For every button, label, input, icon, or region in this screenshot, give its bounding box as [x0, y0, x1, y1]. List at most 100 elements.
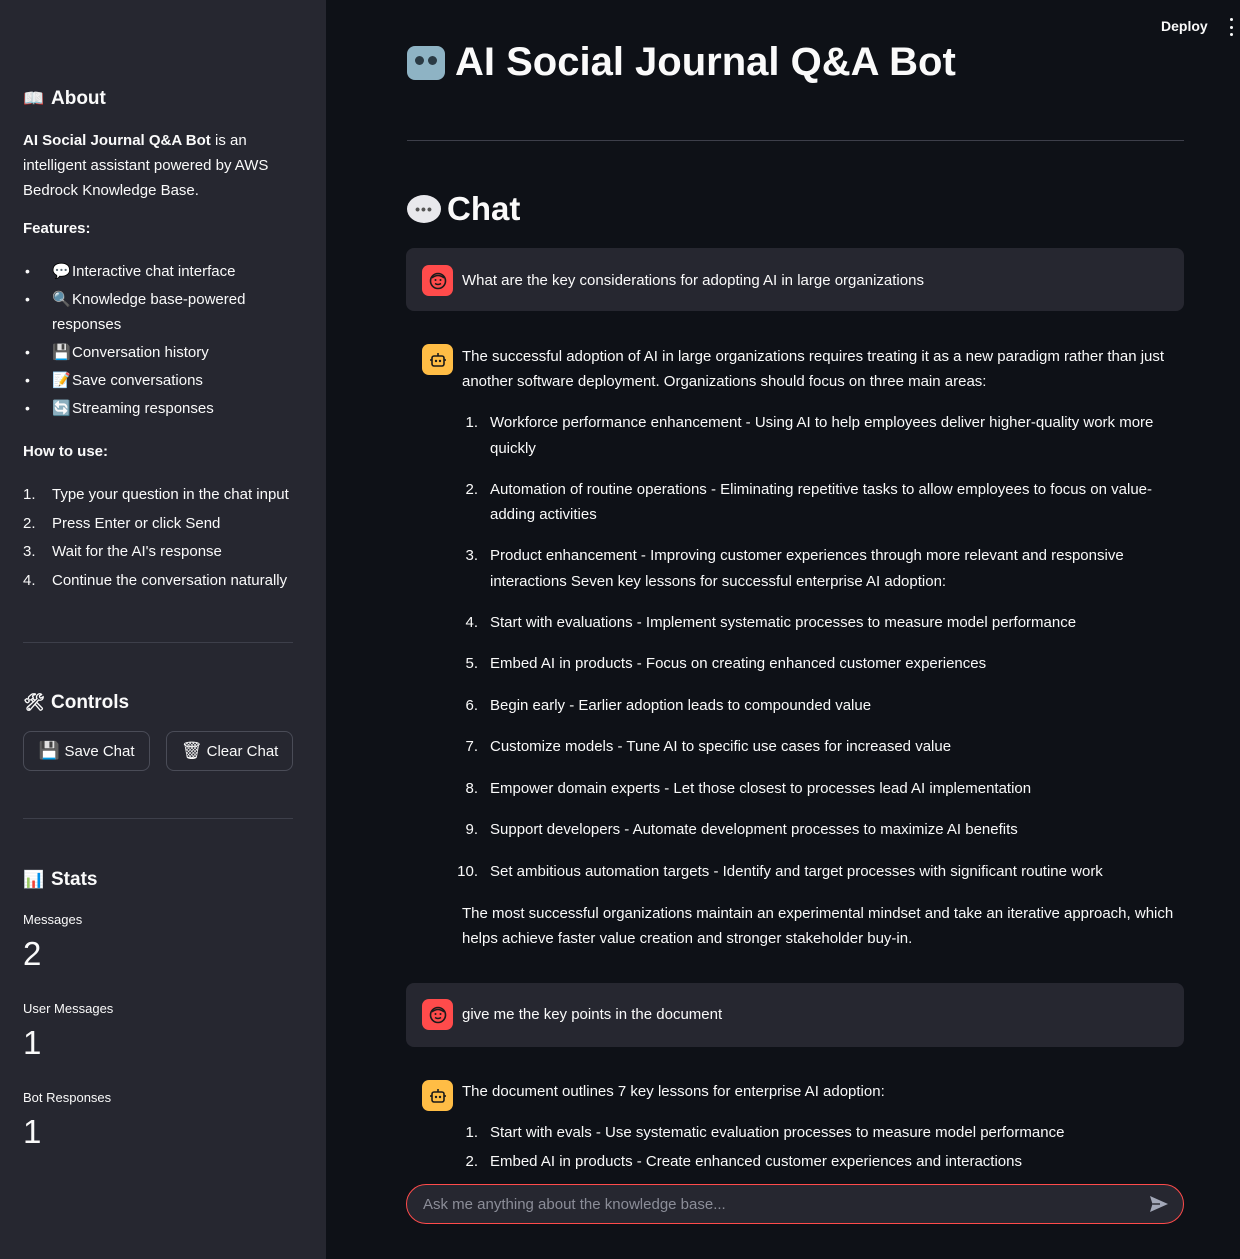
- howto-list: 1. Type your question in the chat input 2…: [23, 482, 303, 597]
- chat-message-assistant: The successful adoption of AI in large o…: [406, 327, 1184, 967]
- list-item: 💾Conversation history: [23, 340, 298, 365]
- save-chat-button[interactable]: 💾 Save Chat: [23, 731, 150, 771]
- metric-label-bot-responses: Bot Responses: [23, 1090, 112, 1105]
- feature-label: Interactive chat interface: [72, 263, 236, 280]
- list-number: 2.: [465, 1153, 478, 1170]
- features-heading: Features:: [23, 220, 91, 237]
- howto-label: Type your question in the chat input: [52, 486, 289, 503]
- list-item: 3. Wait for the AI's response: [23, 539, 303, 564]
- metric-label-messages: Messages: [23, 912, 83, 927]
- list-number: 8.: [465, 779, 478, 797]
- howto-heading: How to use:: [23, 443, 108, 460]
- divider: [23, 818, 293, 819]
- divider: [407, 140, 1184, 141]
- list-number: 5.: [465, 655, 478, 672]
- open-book-icon: 📖: [23, 89, 45, 109]
- list-item-text: Workforce performance enhancement - Usin…: [490, 414, 1154, 457]
- user-face-icon: [422, 999, 453, 1030]
- list-number: 7.: [465, 738, 478, 755]
- list-item: 📝Save conversations: [23, 368, 298, 393]
- stats-title: Stats: [51, 869, 98, 890]
- about-description: AI Social Journal Q&A Bot is an intellig…: [23, 128, 293, 203]
- clear-chat-button[interactable]: 🗑 Clear Chat: [166, 731, 293, 771]
- howto-label: Continue the conversation naturally: [52, 572, 288, 590]
- about-heading: 📖 About: [23, 88, 106, 110]
- floppy-disk-icon: 💾: [38, 741, 61, 761]
- list-item-text: Embed AI in products - Create enhanced c…: [490, 1153, 1022, 1170]
- list-item: 4. Continue the conversation naturally: [23, 568, 303, 593]
- list-item: 3. Product enhancement - Improving custom…: [450, 543, 1170, 594]
- message-text: give me the key points in the document: [462, 1006, 723, 1023]
- list-item: 1. Workforce performance enhancement - Us…: [450, 410, 1170, 461]
- message-intro: The successful adoption of AI in large o…: [462, 348, 1165, 390]
- deploy-button[interactable]: Deploy: [1161, 18, 1208, 34]
- stats-heading: 📊 Stats: [23, 869, 97, 891]
- about-app-name: AI Social Journal Q&A Bot: [23, 132, 211, 149]
- list-item-text: Embed AI in products - Focus on creating…: [490, 655, 987, 672]
- clear-chat-label: Clear Chat: [206, 742, 279, 760]
- divider: [23, 642, 293, 643]
- list-item: 🔄Streaming responses: [23, 396, 298, 421]
- controls-heading: 🛠 Controls: [23, 692, 129, 714]
- howto-label: Wait for the AI's response: [52, 543, 222, 561]
- list-item: 10. Set ambitious automation targets - Id…: [450, 859, 1170, 885]
- send-arrow-icon[interactable]: [1147, 1192, 1171, 1216]
- page-title: AI Social Journal Q&A Bot: [407, 40, 956, 85]
- list-item: 4. Start with evaluations - Implement sys…: [450, 610, 1170, 636]
- list-number: 6.: [465, 696, 478, 714]
- howto-label: Press Enter or click Send: [52, 514, 221, 532]
- list-number: 1.: [23, 486, 36, 503]
- list-item-text: Customize models - Tune AI to specific u…: [490, 738, 952, 755]
- features-list: 💬Interactive chat interface 🔍Knowledge b…: [23, 259, 298, 424]
- metric-label-user-messages: User Messages: [23, 1001, 114, 1016]
- chat-title: Chat: [447, 190, 521, 227]
- list-item-text: Set ambitious automation targets - Ident…: [490, 862, 1103, 880]
- magnifier-icon: 🔍: [52, 290, 71, 308]
- list-item-text: Support developers - Automate developmen…: [490, 821, 1018, 838]
- robot-icon: [422, 1080, 453, 1111]
- list-number: 1.: [465, 414, 478, 431]
- sidebar: 📖 About AI Social Journal Q&A Bot is an …: [0, 0, 326, 1259]
- kebab-menu-icon[interactable]: [1226, 18, 1236, 36]
- list-number: 4.: [465, 613, 478, 631]
- feature-label: Streaming responses: [72, 400, 214, 417]
- bar-chart-icon: 📊: [23, 870, 45, 890]
- list-number: 1.: [465, 1124, 478, 1141]
- chat-heading: ••• Chat: [407, 190, 520, 228]
- memo-icon: 📝: [52, 371, 71, 389]
- chat-message-user: What are the key considerations for adop…: [406, 248, 1184, 311]
- feature-label: Conversation history: [72, 344, 209, 361]
- message-text: What are the key considerations for adop…: [462, 272, 924, 289]
- floppy-disk-icon: 💾: [52, 343, 71, 361]
- list-item: 🔍Knowledge base-powered responses: [23, 287, 298, 337]
- list-item: 💬Interactive chat interface: [23, 259, 298, 284]
- list-item-text: Begin early - Earlier adoption leads to …: [490, 696, 872, 714]
- controls-title: Controls: [51, 692, 130, 713]
- message-list: 1. Start with evals - Use systematic eval…: [450, 1120, 1170, 1175]
- list-item: 7. Customize models - Tune AI to specific…: [450, 734, 1170, 760]
- list-item-text: Empower domain experts - Let those close…: [490, 779, 1032, 797]
- feature-label: Save conversations: [72, 372, 203, 389]
- about-title: About: [51, 88, 106, 109]
- list-number: 10.: [457, 862, 478, 880]
- chat-message-assistant: The document outlines 7 key lessons for …: [406, 1063, 1184, 1175]
- list-item-text: Automation of routine operations - Elimi…: [490, 480, 1153, 524]
- chat-message-user: give me the key points in the document: [406, 983, 1184, 1047]
- list-number: 3.: [465, 547, 478, 564]
- speech-balloon-icon: •••: [407, 195, 441, 223]
- metric-value-bot-responses: 1: [23, 1113, 42, 1150]
- robot-face-icon: [407, 45, 445, 80]
- list-number: 3.: [23, 543, 36, 561]
- robot-icon: [422, 344, 453, 375]
- save-chat-label: Save Chat: [64, 742, 135, 760]
- user-face-icon: [422, 265, 453, 296]
- list-item-text: Start with evaluations - Implement syste…: [490, 613, 1077, 631]
- list-item: 5. Embed AI in products - Focus on creati…: [450, 651, 1170, 677]
- list-item: 9. Support developers - Automate developm…: [450, 817, 1170, 843]
- chat-input[interactable]: [423, 1195, 1147, 1213]
- feature-label: Knowledge base-powered responses: [52, 291, 246, 333]
- metric-value-messages: 2: [23, 935, 42, 972]
- list-item: 2. Press Enter or click Send: [23, 511, 303, 536]
- refresh-icon: 🔄: [52, 399, 71, 417]
- list-item: 1. Type your question in the chat input: [23, 482, 303, 507]
